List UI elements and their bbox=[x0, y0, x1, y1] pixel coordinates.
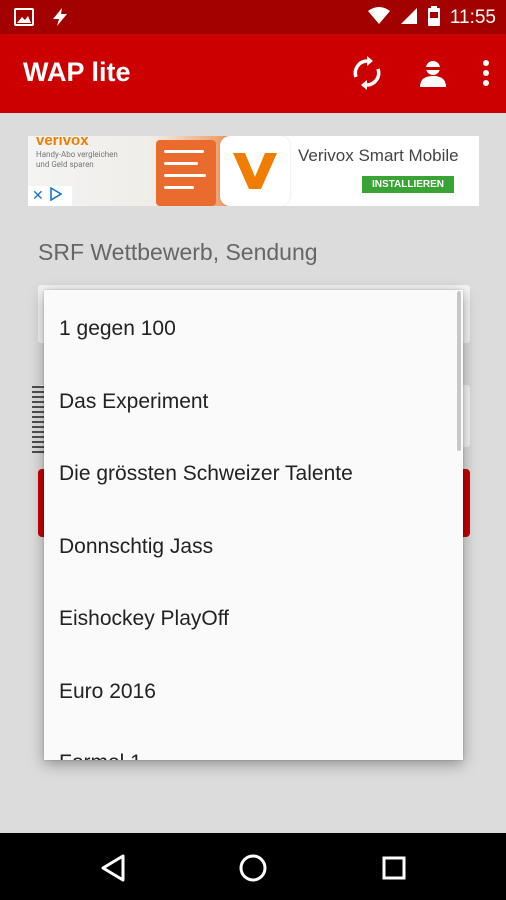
sync-icon[interactable] bbox=[350, 56, 384, 94]
app-title: WAP lite bbox=[23, 57, 131, 87]
back-icon[interactable] bbox=[96, 851, 130, 885]
background-pattern bbox=[32, 386, 44, 456]
ad-choices-icon[interactable] bbox=[49, 186, 63, 205]
list-item[interactable]: Donnschtig Jass bbox=[44, 510, 463, 583]
ad-brand: verivox bbox=[36, 136, 89, 149]
list-item[interactable]: Euro 2016 bbox=[44, 655, 463, 728]
wifi-icon bbox=[367, 7, 390, 29]
signal-icon bbox=[400, 7, 418, 29]
clock: 11:55 bbox=[449, 7, 496, 28]
battery-icon bbox=[427, 6, 440, 30]
image-icon bbox=[14, 8, 34, 30]
list-item[interactable]: Formel 1 bbox=[44, 726, 463, 761]
account-icon[interactable] bbox=[418, 58, 448, 92]
ad-choices[interactable]: ✕ bbox=[28, 186, 72, 206]
ad-title: Verivox Smart Mobile bbox=[298, 146, 459, 165]
ad-tagline: Handy-Abo vergleichen und Geld sparen bbox=[36, 150, 118, 169]
more-vert-icon[interactable] bbox=[482, 60, 490, 90]
section-label: SRF Wettbewerb, Sendung bbox=[38, 239, 318, 265]
list-item[interactable]: 1 gegen 100 bbox=[44, 292, 463, 365]
phone-image bbox=[156, 140, 216, 206]
list-item[interactable]: Eishockey PlayOff bbox=[44, 582, 463, 655]
navigation-bar bbox=[0, 833, 506, 900]
list-item[interactable]: Das Experiment bbox=[44, 365, 463, 438]
app-bar: WAP lite bbox=[0, 34, 506, 113]
dropdown-list[interactable]: 1 gegen 100 Das Experiment Die grössten … bbox=[44, 290, 463, 760]
home-icon[interactable] bbox=[236, 851, 270, 885]
flash-icon bbox=[50, 7, 70, 31]
status-bar: 11:55 bbox=[0, 0, 506, 34]
close-icon[interactable]: ✕ bbox=[32, 188, 44, 204]
verivox-logo bbox=[220, 136, 290, 206]
list-item[interactable]: Die grössten Schweizer Talente bbox=[44, 437, 463, 510]
ad-banner[interactable]: verivox Handy-Abo vergleichen und Geld s… bbox=[28, 136, 479, 206]
install-button[interactable]: INSTALLIEREN bbox=[362, 176, 454, 193]
recents-icon[interactable] bbox=[377, 851, 411, 885]
scrollbar[interactable] bbox=[457, 291, 461, 451]
